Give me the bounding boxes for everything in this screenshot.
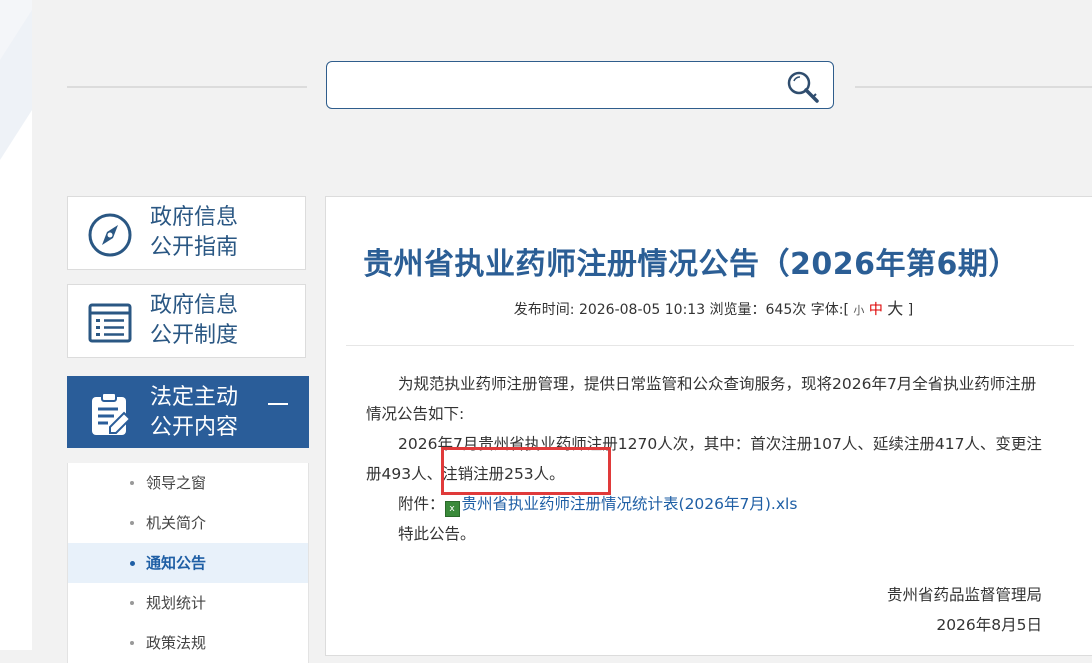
xls-file-icon: x bbox=[444, 501, 460, 517]
compass-icon bbox=[86, 211, 134, 259]
left-decoration bbox=[0, 0, 32, 650]
nav-card-statutory-line1: 法定主动 bbox=[150, 385, 239, 410]
bullet-icon bbox=[130, 641, 134, 645]
article-panel: 贵州省执业药师注册情况公告（2026年第6期） 发布时间: 2026-08-05… bbox=[325, 196, 1092, 656]
meta-info: 发布时间: 2026-08-05 10:13 浏览量：645次 字体:[ bbox=[513, 302, 849, 318]
bullet-icon bbox=[130, 481, 134, 485]
sub-item-notices[interactable]: 通知公告 bbox=[68, 543, 308, 583]
closing-text: 特此公告。 bbox=[398, 525, 476, 543]
sub-item-label: 机关简介 bbox=[146, 514, 207, 532]
sub-item-label: 规划统计 bbox=[146, 594, 207, 612]
closing-line: 特此公告。 bbox=[366, 519, 1046, 549]
nav-card-statutory[interactable]: 法定主动 公开内容 bbox=[67, 376, 309, 448]
nav-card-system-line2: 公开制度 bbox=[150, 323, 239, 348]
article-meta: 发布时间: 2026-08-05 10:13 浏览量：645次 字体:[ 小 中… bbox=[326, 295, 1092, 319]
signature-org: 贵州省药品监督管理局 bbox=[886, 586, 1042, 604]
attachment-link[interactable]: 贵州省执业药师注册情况统计表(2026年7月).xls bbox=[462, 495, 798, 513]
font-size-small-button[interactable]: 小 bbox=[853, 304, 864, 317]
font-size-medium-button[interactable]: 中 bbox=[869, 302, 883, 318]
search-box bbox=[326, 61, 834, 109]
sub-item-leaders[interactable]: 领导之窗 bbox=[68, 463, 308, 503]
bullet-icon bbox=[130, 521, 134, 525]
sub-item-planning[interactable]: 规划统计 bbox=[68, 583, 308, 623]
sub-item-label: 领导之窗 bbox=[146, 474, 207, 492]
search-button[interactable] bbox=[783, 68, 823, 104]
nav-card-guide-line1: 政府信息 bbox=[150, 205, 239, 230]
header-divider-left bbox=[67, 86, 307, 88]
nav-card-system[interactable]: 政府信息 公开制度 bbox=[67, 284, 306, 358]
highlight-box bbox=[441, 447, 611, 495]
list-icon bbox=[86, 299, 134, 347]
nav-card-system-line1: 政府信息 bbox=[150, 293, 239, 318]
search-input[interactable] bbox=[337, 70, 771, 102]
article-title: 贵州省执业药师注册情况公告（2026年第6期） bbox=[363, 247, 1019, 282]
clipboard-edit-icon bbox=[86, 391, 134, 439]
nav-card-guide[interactable]: 政府信息 公开指南 bbox=[67, 196, 306, 270]
bullet-icon bbox=[130, 601, 134, 605]
sub-item-profile[interactable]: 机关简介 bbox=[68, 503, 308, 543]
signature-date: 2026年8月5日 bbox=[936, 616, 1042, 634]
sub-item-label: 政策法规 bbox=[146, 634, 207, 652]
paragraph-intro-text: 为规范执业药师注册管理，提供日常监管和公众查询服务，现将2026年7月全省执业药… bbox=[366, 375, 1037, 423]
meta-bracket: ] bbox=[907, 302, 914, 318]
paragraph-intro: 为规范执业药师注册管理，提供日常监管和公众查询服务，现将2026年7月全省执业药… bbox=[366, 369, 1046, 429]
sub-item-policy[interactable]: 政策法规 bbox=[68, 623, 308, 663]
nav-card-statutory-line2: 公开内容 bbox=[150, 415, 239, 440]
sub-item-label: 通知公告 bbox=[146, 554, 207, 572]
title-divider bbox=[346, 345, 1074, 346]
attachment-label: 附件： bbox=[398, 495, 445, 513]
font-size-large-button[interactable]: 大 bbox=[887, 299, 903, 318]
search-icon bbox=[787, 71, 819, 103]
sub-nav-list: 领导之窗 机关简介 通知公告 规划统计 政策法规 bbox=[67, 463, 309, 663]
collapse-icon[interactable] bbox=[268, 403, 288, 405]
nav-card-guide-line2: 公开指南 bbox=[150, 235, 239, 260]
bullet-icon bbox=[130, 561, 135, 566]
header-divider-right bbox=[855, 86, 1092, 88]
